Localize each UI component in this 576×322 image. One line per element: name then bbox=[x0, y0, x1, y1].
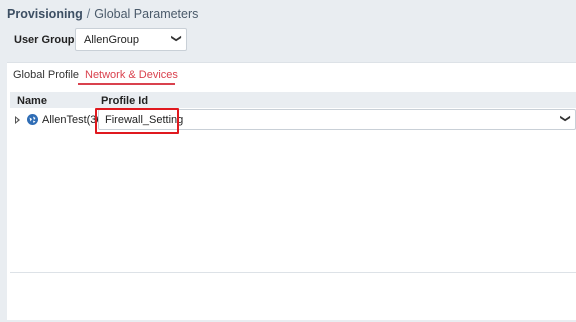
user-group-select[interactable]: AllenGroup ❯ bbox=[75, 28, 187, 51]
chevron-down-icon: ❯ bbox=[170, 34, 182, 43]
grid-footer-divider bbox=[10, 272, 576, 273]
tab-global-profile[interactable]: Global Profile bbox=[13, 69, 79, 81]
user-group-value: AllenGroup bbox=[84, 34, 140, 46]
device-globe-icon bbox=[27, 114, 38, 125]
breadcrumb-separator: / bbox=[86, 7, 91, 21]
expand-arrow-icon[interactable] bbox=[15, 116, 20, 124]
column-header-profile-id[interactable]: Profile Id bbox=[101, 95, 148, 107]
chevron-down-icon: ❯ bbox=[559, 114, 571, 123]
breadcrumb-current: Global Parameters bbox=[94, 7, 199, 21]
user-group-label: User Group : bbox=[14, 34, 82, 46]
breadcrumb: Provisioning / Global Parameters bbox=[7, 7, 198, 21]
device-name[interactable]: AllenTest(36) bbox=[42, 114, 100, 126]
main-panel: Global Profile Network & Devices Name Pr… bbox=[7, 62, 576, 320]
tab-bar: Global Profile Network & Devices bbox=[7, 63, 576, 87]
breadcrumb-root[interactable]: Provisioning bbox=[7, 7, 83, 21]
profile-id-select[interactable]: Firewall_Setting ❯ bbox=[98, 109, 576, 130]
grid-header: Name Profile Id bbox=[10, 92, 576, 108]
column-header-name[interactable]: Name bbox=[17, 95, 47, 107]
table-row: AllenTest(36) Firewall_Setting ❯ bbox=[10, 109, 576, 133]
active-tab-indicator bbox=[78, 83, 175, 85]
tab-network-devices[interactable]: Network & Devices bbox=[85, 69, 178, 81]
profile-id-value: Firewall_Setting bbox=[105, 114, 184, 126]
